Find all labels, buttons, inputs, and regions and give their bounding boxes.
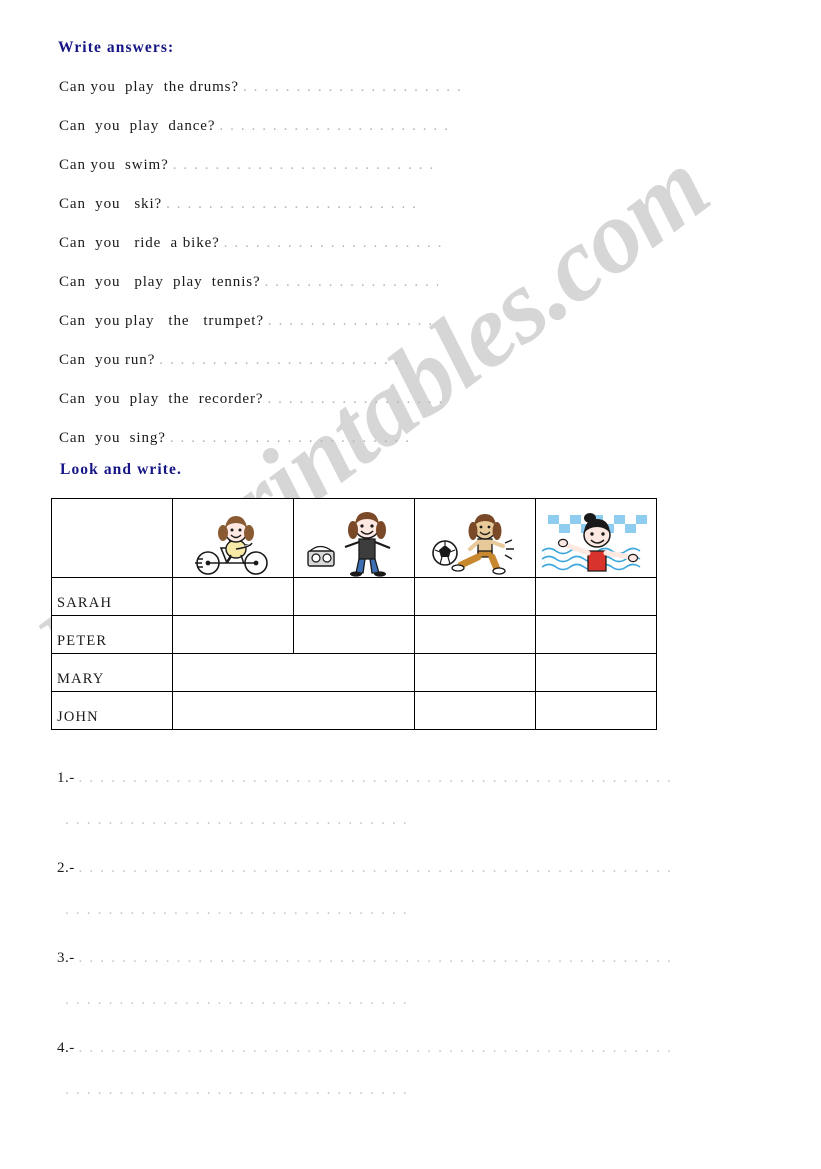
- table-row: SARAH: [51, 577, 657, 616]
- answer-cell[interactable]: [535, 615, 657, 654]
- answer-cell[interactable]: [535, 691, 657, 730]
- section-heading-look-and-write: Look and write.: [60, 461, 182, 478]
- answer-cell[interactable]: [172, 615, 294, 654]
- answer-item-first-line: 2.- . . . . . . . . . . . . . . . . . . …: [57, 860, 673, 902]
- answer-blank-line[interactable]: . . . . . . . . . . . . . . . . . . . . …: [79, 1040, 673, 1057]
- answer-item-second-line: . . . . . . . . . . . . . . . . . . . . …: [57, 992, 667, 1036]
- question-row: Can you swim? . . . . . . . . . . . . . …: [59, 156, 619, 195]
- question-text: Can you play the trumpet?: [59, 313, 264, 329]
- child-playing-football-icon: [432, 514, 514, 575]
- answer-cell[interactable]: [414, 615, 536, 654]
- answer-blank-line[interactable]: . . . . . . . . . . . . . . . . . . . . …: [166, 196, 416, 213]
- answer-item: 1.- . . . . . . . . . . . . . . . . . . …: [57, 770, 673, 856]
- picture-cell: [414, 498, 536, 578]
- question-text: Can you ride a bike?: [59, 235, 220, 251]
- answer-item: 2.- . . . . . . . . . . . . . . . . . . …: [57, 860, 673, 946]
- answer-blank-line[interactable]: . . . . . . . . . . . . . . . . . . . . …: [243, 79, 468, 96]
- answer-cell[interactable]: [414, 691, 536, 730]
- question-text: Can you ski?: [59, 196, 163, 212]
- question-row: Can you run? . . . . . . . . . . . . . .…: [59, 351, 619, 390]
- answer-item-second-line: . . . . . . . . . . . . . . . . . . . . …: [57, 812, 667, 856]
- answer-blank-line[interactable]: . . . . . . . . . . . . . . . . . . . . …: [65, 902, 409, 919]
- question-row: Can you play the drums? . . . . . . . . …: [59, 78, 619, 117]
- answer-blank-line[interactable]: . . . . . . . . . . . . . . . . . . . . …: [170, 430, 410, 447]
- answer-item-number: 4.-: [57, 1040, 75, 1056]
- abilities-table: SARAH PETER MARY JOHN: [51, 498, 657, 730]
- answer-item-number: 3.-: [57, 950, 75, 966]
- answer-item: 4.- . . . . . . . . . . . . . . . . . . …: [57, 1040, 673, 1126]
- table-corner-cell: [51, 498, 173, 578]
- answer-item-first-line: 3.- . . . . . . . . . . . . . . . . . . …: [57, 950, 673, 992]
- answer-item-number: 1.-: [57, 770, 75, 786]
- answer-blank-line[interactable]: . . . . . . . . . . . . . . . . . . . . …: [267, 391, 443, 408]
- answer-cell[interactable]: [414, 653, 536, 692]
- answer-item-second-line: . . . . . . . . . . . . . . . . . . . . …: [57, 902, 667, 946]
- question-text: Can you play the drums?: [59, 79, 239, 95]
- answer-blank-line[interactable]: . . . . . . . . . . . . . . . . . . . . …: [159, 352, 398, 369]
- answer-cell[interactable]: [535, 653, 657, 692]
- answer-cell[interactable]: [414, 577, 536, 616]
- answer-cell[interactable]: [293, 577, 415, 616]
- answer-blank-line[interactable]: . . . . . . . . . . . . . . . . . . . . …: [65, 812, 415, 829]
- girl-dancing-with-radio-icon: [307, 512, 391, 577]
- answer-cell-merged[interactable]: [172, 653, 415, 692]
- question-text: Can you play the recorder?: [59, 391, 264, 407]
- abilities-table-body: SARAH PETER MARY JOHN: [51, 498, 657, 730]
- girl-swimming-in-pool-icon: [540, 511, 652, 577]
- answer-blank-line[interactable]: . . . . . . . . . . . . . . . . . . . . …: [79, 950, 673, 967]
- question-row: Can you play play tennis? . . . . . . . …: [59, 273, 619, 312]
- student-name-cell: SARAH: [51, 577, 173, 616]
- answer-item-second-line: . . . . . . . . . . . . . . . . . . . . …: [57, 1082, 667, 1126]
- table-header-row: [51, 498, 657, 578]
- picture-cell: [293, 498, 415, 578]
- answer-blank-line[interactable]: . . . . . . . . . . . . . . . . . . . . …: [219, 118, 447, 135]
- question-list: Can you play the drums? . . . . . . . . …: [59, 78, 619, 468]
- answer-cell[interactable]: [293, 615, 415, 654]
- answer-blank-line[interactable]: . . . . . . . . . . . . . . . . . . . . …: [79, 770, 673, 787]
- look-and-write-table-wrapper: SARAH PETER MARY JOHN: [51, 498, 657, 730]
- answer-item-first-line: 4.- . . . . . . . . . . . . . . . . . . …: [57, 1040, 673, 1082]
- student-name-cell: PETER: [51, 615, 173, 654]
- answer-blank-line[interactable]: . . . . . . . . . . . . . . . . . . . . …: [65, 992, 415, 1009]
- girl-riding-bicycle-icon: [195, 516, 268, 575]
- picture-cell: [535, 498, 657, 578]
- answer-item: 3.- . . . . . . . . . . . . . . . . . . …: [57, 950, 673, 1036]
- picture-cell: [172, 498, 294, 578]
- worksheet-page: ESLprintables.com Write answers: Can you…: [0, 0, 821, 1169]
- table-row: MARY: [51, 653, 657, 692]
- answer-blank-line[interactable]: . . . . . . . . . . . . . . . . . . . . …: [268, 313, 435, 330]
- question-text: Can you sing?: [59, 430, 166, 446]
- question-row: Can you play the recorder? . . . . . . .…: [59, 390, 619, 429]
- student-name-cell: MARY: [51, 653, 173, 692]
- question-text: Can you run?: [59, 352, 156, 368]
- student-name-cell: JOHN: [51, 691, 173, 730]
- answer-lines-list: 1.- . . . . . . . . . . . . . . . . . . …: [57, 770, 673, 1130]
- answer-blank-line[interactable]: . . . . . . . . . . . . . . . . . . . . …: [65, 1082, 409, 1099]
- table-row: JOHN: [51, 691, 657, 730]
- answer-cell[interactable]: [172, 577, 294, 616]
- student-name-label: SARAH: [57, 595, 113, 611]
- answer-blank-line[interactable]: . . . . . . . . . . . . . . . . . . . . …: [173, 157, 437, 174]
- answer-blank-line[interactable]: . . . . . . . . . . . . . . . . . . . . …: [265, 274, 438, 291]
- answer-item-number: 2.-: [57, 860, 75, 876]
- answer-cell-merged[interactable]: [172, 691, 415, 730]
- section-heading-write-answers: Write answers:: [58, 39, 175, 56]
- answer-blank-line[interactable]: . . . . . . . . . . . . . . . . . . . . …: [224, 235, 441, 252]
- question-row: Can you ski? . . . . . . . . . . . . . .…: [59, 195, 619, 234]
- question-text: Can you play play tennis?: [59, 274, 261, 290]
- question-text: Can you play dance?: [59, 118, 216, 134]
- question-row: Can you play the trumpet? . . . . . . . …: [59, 312, 619, 351]
- question-text: Can you swim?: [59, 157, 169, 173]
- student-name-label: MARY: [57, 671, 105, 687]
- table-row: PETER: [51, 615, 657, 654]
- question-row: Can you play dance? . . . . . . . . . . …: [59, 117, 619, 156]
- answer-blank-line[interactable]: . . . . . . . . . . . . . . . . . . . . …: [79, 860, 673, 877]
- student-name-label: PETER: [57, 633, 108, 649]
- question-row: Can you ride a bike? . . . . . . . . . .…: [59, 234, 619, 273]
- answer-item-first-line: 1.- . . . . . . . . . . . . . . . . . . …: [57, 770, 673, 812]
- student-name-label: JOHN: [57, 709, 99, 725]
- answer-cell[interactable]: [535, 577, 657, 616]
